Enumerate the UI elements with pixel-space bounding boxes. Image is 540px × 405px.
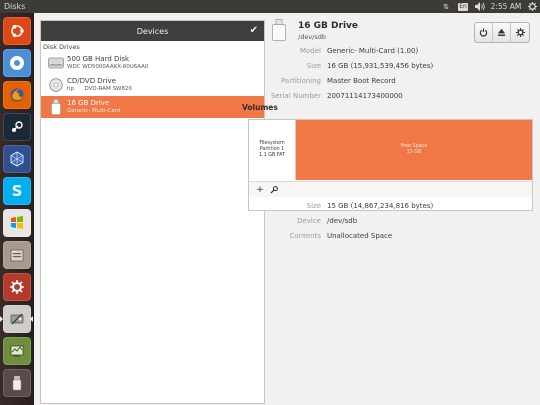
volume-toolbar: + xyxy=(249,181,532,197)
volumes-heading: Volumes xyxy=(242,103,278,112)
drive-item-optical[interactable]: CD/DVD Drive hp DVD-RAM SW820 xyxy=(41,74,264,96)
top-panel: Disks ⇅ En 2:55 AM xyxy=(0,0,540,13)
hard-disk-icon xyxy=(47,56,64,71)
virtualbox-icon[interactable] xyxy=(3,145,31,173)
network-icon[interactable]: ⇅ xyxy=(438,0,454,13)
launcher: S xyxy=(0,13,34,405)
property-label: Partitioning xyxy=(281,76,321,85)
property-row: Device /dev/sdb xyxy=(242,213,532,228)
windows-icon[interactable] xyxy=(3,209,31,237)
partition-1-block[interactable]: Filesystem Partition 1 1.1 GB FAT xyxy=(249,120,296,180)
property-row: Contents Unallocated Space xyxy=(242,228,532,243)
drive-model: hp DVD-RAM SW820 xyxy=(67,86,132,92)
disks-window: Devices ✔ Disk Drives 500 GB Hard Disk W… xyxy=(35,13,540,405)
power-off-button[interactable] xyxy=(475,23,493,42)
volume-properties: Size 15 GB (14,867,234,816 bytes) Device… xyxy=(242,198,532,243)
property-row: Serial Number 20071114173400000 xyxy=(242,88,532,103)
session-menu-icon[interactable] xyxy=(524,0,540,13)
property-label: Size xyxy=(306,201,321,210)
keyboard-layout-indicator[interactable]: En xyxy=(457,0,469,13)
devices-pane: Devices ✔ Disk Drives 500 GB Hard Disk W… xyxy=(40,20,265,404)
clock[interactable]: 2:55 AM xyxy=(488,0,524,13)
drive-model: Generic- Multi-Card xyxy=(67,108,121,114)
property-row: Size 16 GB (15,931,539,456 bytes) xyxy=(242,58,532,73)
property-label: Device xyxy=(297,216,321,225)
property-value: Master Boot Record xyxy=(327,76,396,85)
app-title: Disks xyxy=(4,2,26,11)
property-row: Model Generic- Multi-Card (1.00) xyxy=(242,43,532,58)
disk-drives-section-label: Disk Drives xyxy=(43,43,80,51)
free-space-block[interactable]: Free Space 15 GB xyxy=(296,120,532,180)
disks-icon[interactable] xyxy=(3,305,31,333)
property-label: Serial Number xyxy=(270,91,321,100)
drive-name: 500 GB Hard Disk xyxy=(67,55,130,63)
partition-map: Filesystem Partition 1 1.1 GB FAT Free S… xyxy=(249,120,532,180)
partition-size: 1.1 GB FAT xyxy=(259,153,285,158)
property-row: Partitioning Master Boot Record xyxy=(242,73,532,88)
drive-settings-button[interactable] xyxy=(511,23,529,42)
drive-path: /dev/sdb xyxy=(298,33,326,41)
drive-model: WDC WD5000AAKX-60U6AA0 xyxy=(67,64,149,70)
drive-item-hard-disk[interactable]: 500 GB Hard Disk WDC WD5000AAKX-60U6AA0 xyxy=(41,52,264,74)
property-label: Contents xyxy=(289,231,322,240)
system-settings-icon[interactable] xyxy=(3,273,31,301)
skype-icon[interactable]: S xyxy=(3,177,31,205)
steam-icon[interactable] xyxy=(3,113,31,141)
property-value: /dev/sdb xyxy=(327,216,358,225)
add-partition-button[interactable]: + xyxy=(254,184,266,196)
drive-properties: Model Generic- Multi-Card (1.00) Size 16… xyxy=(242,43,532,103)
drive-title: 16 GB Drive xyxy=(298,21,359,31)
keyboard-layout-label: En xyxy=(458,2,468,11)
flash-drive-icon xyxy=(47,99,64,115)
drive-details: 16 GB Drive /dev/sdb Model Generic- Mult… xyxy=(242,13,540,405)
drive-item-flash[interactable]: 16 GB Drive Generic- Multi-Card xyxy=(41,96,264,118)
property-label: Model xyxy=(299,46,321,55)
property-value: Unallocated Space xyxy=(327,231,393,240)
drive-toolbar xyxy=(474,22,530,43)
devices-header-label: Devices xyxy=(136,26,169,36)
ubuntu-logo-icon[interactable] xyxy=(3,17,31,45)
property-value: 15 GB (14,867,234,816 bytes) xyxy=(327,201,434,210)
files-icon[interactable] xyxy=(3,241,31,269)
drive-name: 16 GB Drive xyxy=(67,99,110,107)
property-value: 20071114173400000 xyxy=(327,91,403,100)
volume-icon[interactable] xyxy=(472,0,488,13)
property-value: 16 GB (15,931,539,456 bytes) xyxy=(327,61,434,70)
property-label: Size xyxy=(306,61,321,70)
free-space-size: 15 GB xyxy=(406,150,422,155)
running-indicator xyxy=(0,316,3,322)
property-row: Size 15 GB (14,867,234,816 bytes) xyxy=(242,198,532,213)
property-value: Generic- Multi-Card (1.00) xyxy=(327,46,419,55)
usb-drive-icon[interactable] xyxy=(3,369,31,397)
focused-indicator xyxy=(30,316,33,322)
devices-header: Devices ✔ xyxy=(41,21,264,41)
optical-drive-icon xyxy=(47,78,64,93)
drive-name: CD/DVD Drive xyxy=(67,77,116,85)
eject-button[interactable] xyxy=(493,23,511,42)
firefox-icon[interactable] xyxy=(3,81,31,109)
system-monitor-icon[interactable] xyxy=(3,337,31,365)
more-actions-icon[interactable] xyxy=(268,184,280,196)
flash-drive-icon xyxy=(272,19,288,41)
system-tray: ⇅ En 2:55 AM xyxy=(438,0,540,13)
chromium-icon[interactable] xyxy=(3,49,31,77)
